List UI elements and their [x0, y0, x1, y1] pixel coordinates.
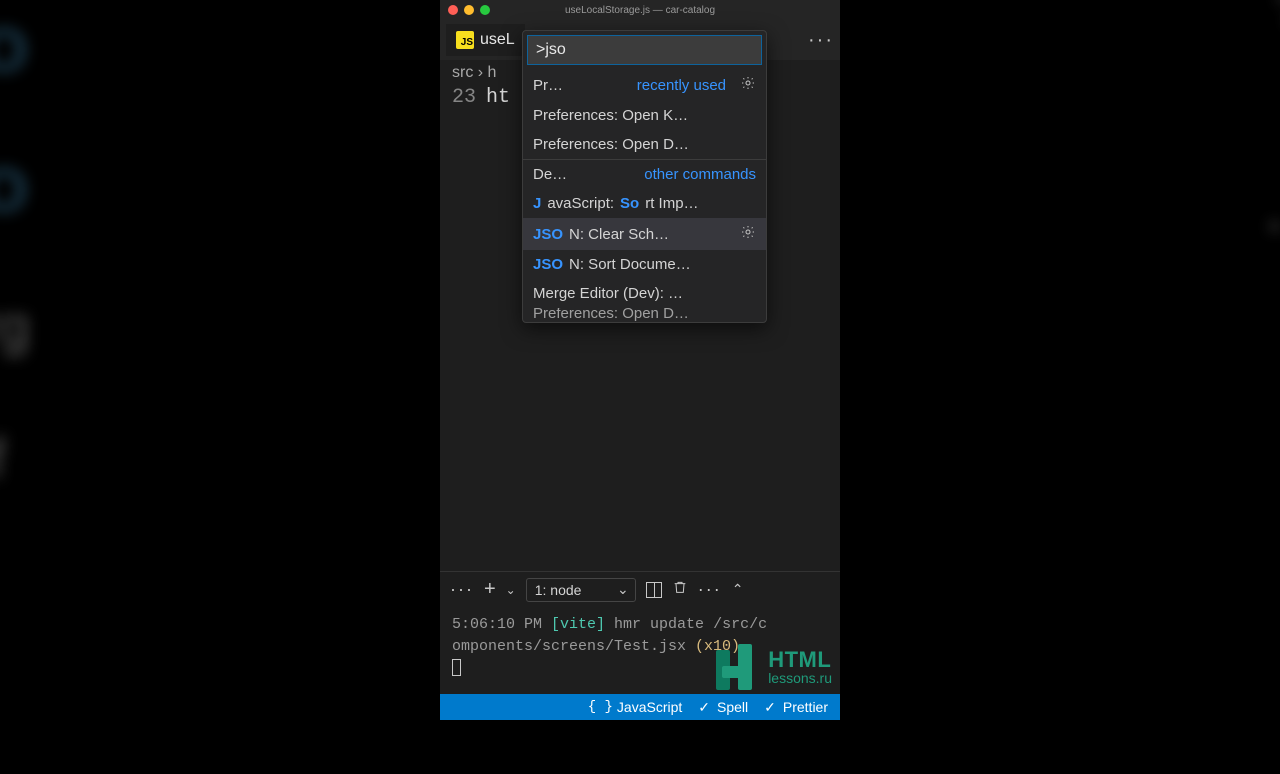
- palette-item[interactable]: JSON: Clear Sch…: [523, 218, 766, 250]
- javascript-icon: JS: [456, 31, 474, 49]
- split-icon[interactable]: [646, 582, 662, 598]
- terminal-count: (x10): [695, 638, 740, 655]
- terminal-text: hmr update /src/c: [605, 616, 767, 633]
- close-icon[interactable]: [448, 5, 458, 15]
- group-tag: recently used: [637, 77, 726, 94]
- tab-overflow-icon[interactable]: ···: [808, 29, 834, 52]
- palette-item[interactable]: JSON: Sort Docume…: [523, 250, 766, 279]
- ellipsis-icon[interactable]: ···: [698, 579, 722, 600]
- palette-item[interactable]: Merge Editor (Dev): …: [523, 279, 766, 308]
- terminal-select[interactable]: 1: node: [526, 578, 636, 602]
- terminal-output[interactable]: 5:06:10 PM [vite] hmr update /src/c ompo…: [440, 608, 840, 695]
- trash-icon[interactable]: [672, 579, 688, 600]
- gear-icon: [1273, 0, 1280, 44]
- bg-text: Merg: [0, 296, 410, 359]
- terminal-text: omponents/screens/Test.jsx: [452, 638, 695, 655]
- plus-icon[interactable]: +: [484, 578, 496, 601]
- terminal-panel: ··· + ⌄ 1: node ··· ⌃ 5:06:10 PM [vite] …: [440, 571, 840, 695]
- line-number: 23: [452, 86, 476, 109]
- palette-group-recent[interactable]: Pr… recently used: [523, 69, 766, 101]
- cursor-icon: [452, 659, 461, 676]
- terminal-toolbar: ··· + ⌄ 1: node ··· ⌃: [440, 572, 840, 608]
- tab-label: useL: [480, 31, 515, 49]
- maximize-icon[interactable]: [480, 5, 490, 15]
- window-controls[interactable]: [448, 5, 490, 15]
- tab-file[interactable]: JS useL: [446, 24, 525, 56]
- chevron-up-icon[interactable]: ⌃: [732, 581, 744, 598]
- bg-text: JSO: [0, 155, 410, 226]
- bg-text: JSO: [0, 15, 410, 86]
- gear-icon[interactable]: [740, 75, 756, 95]
- group-tag: other commands: [644, 166, 756, 183]
- line-text: ht: [486, 86, 510, 109]
- palette-item[interactable]: Preferences: Open D…: [523, 130, 766, 159]
- terminal-time: 5:06:10 PM: [452, 616, 542, 633]
- bg-text: Pref: [0, 428, 410, 491]
- group-label: Pr…: [533, 77, 563, 94]
- command-input[interactable]: [527, 35, 762, 65]
- gear-icon[interactable]: [740, 224, 756, 244]
- palette-group-other[interactable]: De… other commands: [523, 160, 766, 189]
- status-spell[interactable]: Spell: [698, 699, 748, 716]
- group-label: De…: [533, 166, 567, 183]
- status-language[interactable]: { }JavaScript: [588, 699, 683, 715]
- palette-item[interactable]: JavaScript: Sort Imp…: [523, 189, 766, 218]
- status-bar: { }JavaScript Spell Prettier: [440, 694, 840, 720]
- command-palette: Pr… recently used Preferences: Open K… P…: [522, 30, 767, 323]
- command-list: Pr… recently used Preferences: Open K… P…: [523, 69, 766, 322]
- ellipsis-icon: ···: [1263, 182, 1280, 261]
- ellipsis-icon[interactable]: ···: [450, 579, 474, 600]
- minimize-icon[interactable]: [464, 5, 474, 15]
- chevron-down-icon[interactable]: ⌄: [506, 583, 516, 597]
- terminal-tag: [vite]: [551, 616, 605, 633]
- palette-item[interactable]: Preferences: Open D…: [523, 308, 766, 322]
- titlebar: useLocalStorage.js — car-catalog: [440, 0, 840, 20]
- window-title: useLocalStorage.js — car-catalog: [440, 5, 840, 16]
- palette-item[interactable]: Preferences: Open K…: [523, 101, 766, 130]
- status-prettier[interactable]: Prettier: [764, 699, 828, 716]
